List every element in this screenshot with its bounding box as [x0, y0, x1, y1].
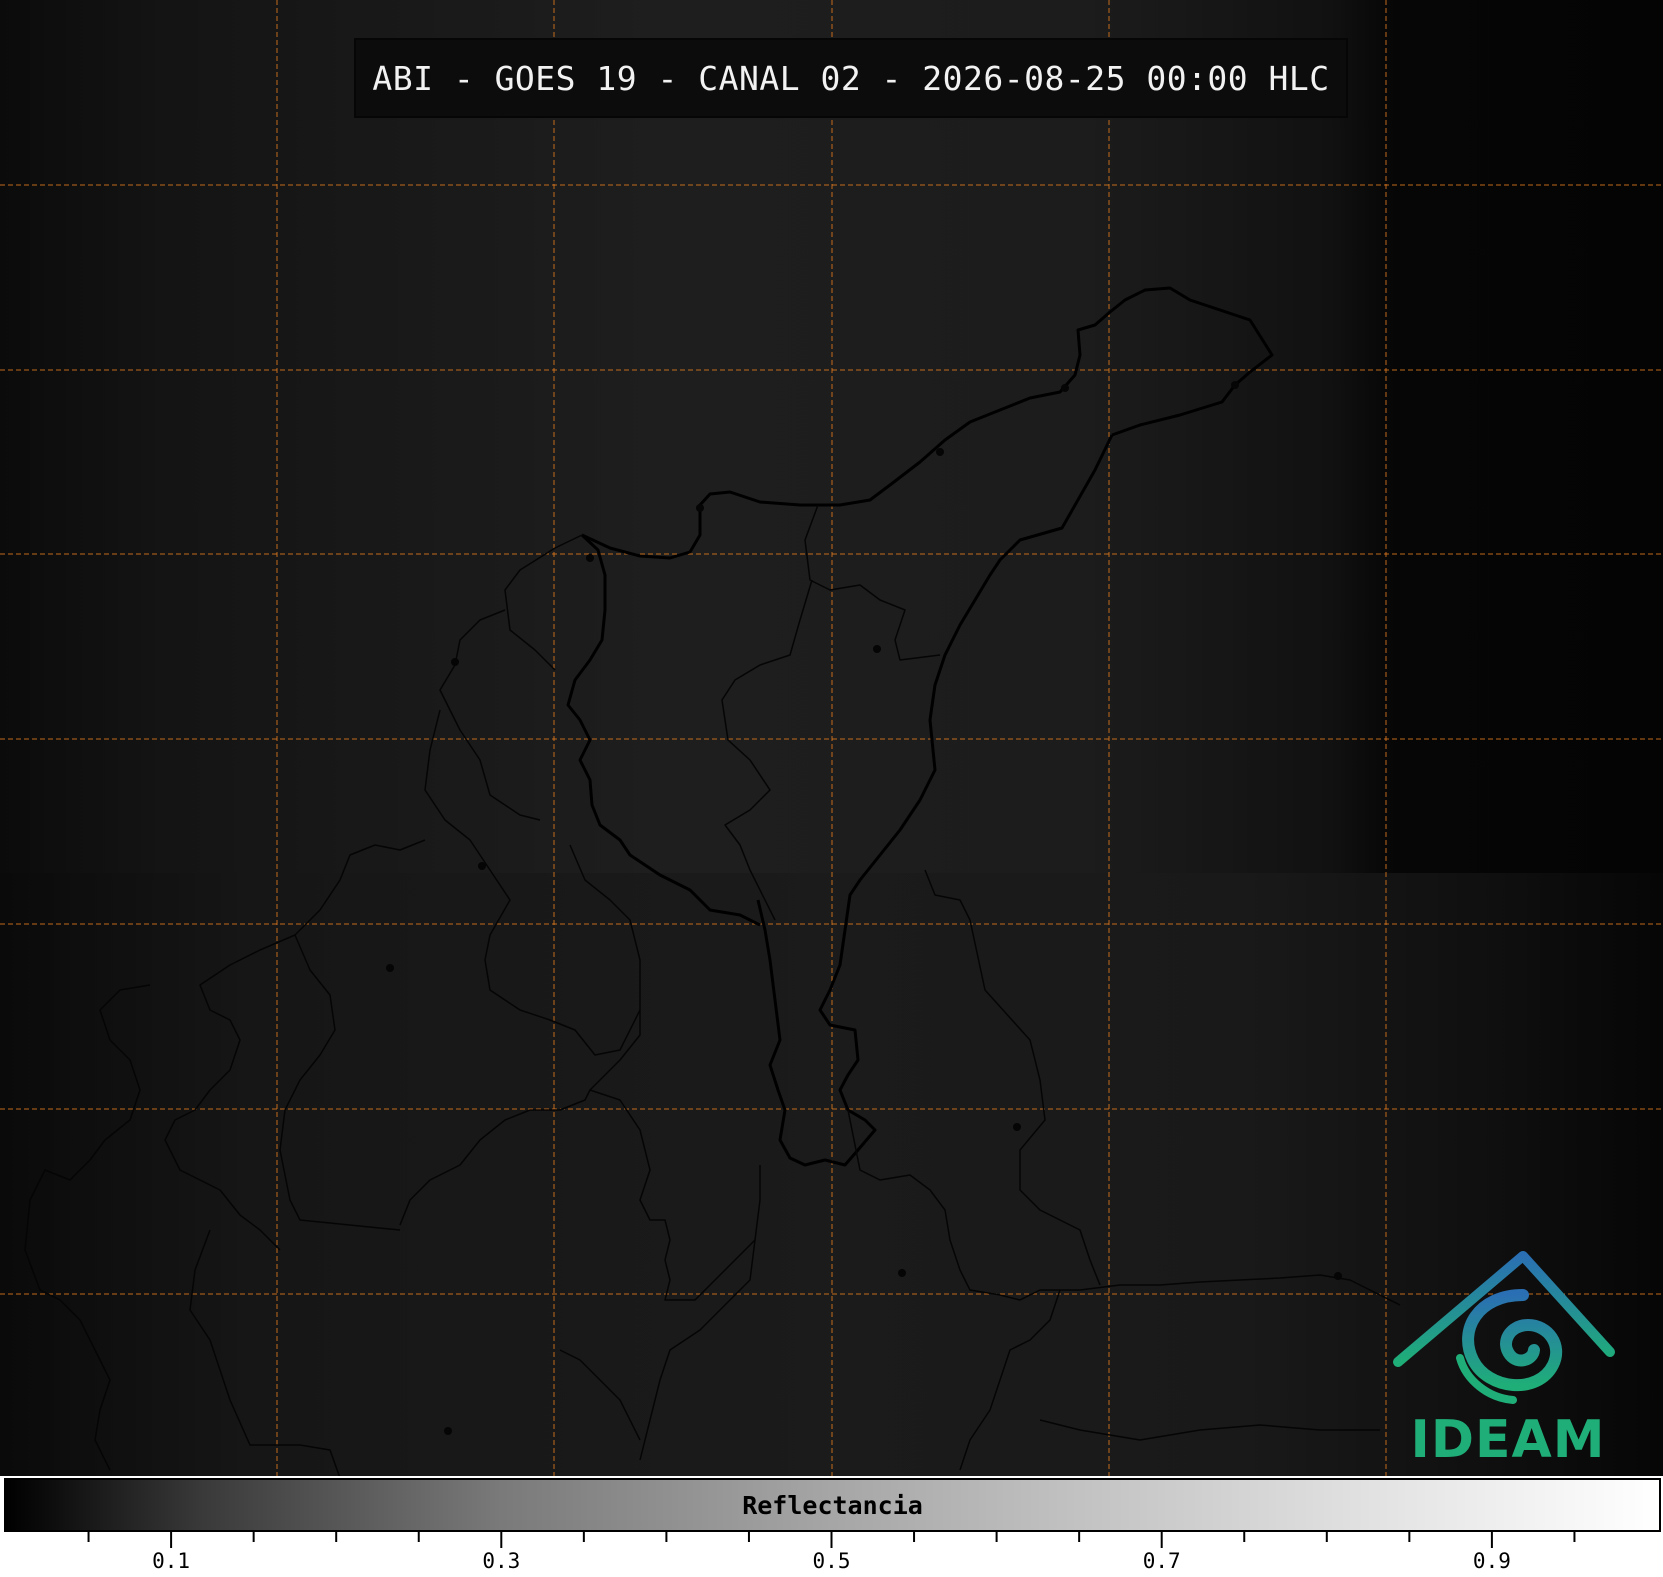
- colorbar-tick-label: 0.5: [812, 1549, 851, 1573]
- city-marker: [478, 862, 486, 870]
- city-marker: [451, 658, 459, 666]
- city-marker: [1061, 384, 1069, 392]
- city-marker: [696, 504, 704, 512]
- colorbar: Reflectancia: [4, 1478, 1661, 1532]
- city-marker: [586, 554, 594, 562]
- satellite-map: ABI - GOES 19 - CANAL 02 - 2026-08-25 00…: [0, 0, 1663, 1478]
- logo-text: IDEAM: [1410, 1410, 1606, 1470]
- city-marker: [386, 964, 394, 972]
- city-marker: [1013, 1123, 1021, 1131]
- city-marker: [1231, 381, 1239, 389]
- city-marker: [1334, 1272, 1342, 1280]
- ideam-logo-icon: [1393, 1251, 1615, 1404]
- colorbar-tick-label: 0.3: [482, 1549, 521, 1573]
- ideam-logo: IDEAM: [1388, 1250, 1628, 1478]
- colorbar-tick-label: 0.1: [152, 1549, 191, 1573]
- title-box: ABI - GOES 19 - CANAL 02 - 2026-08-25 00…: [354, 38, 1348, 118]
- colorbar-tick-label: 0.9: [1472, 1549, 1511, 1573]
- city-marker: [936, 448, 944, 456]
- city-marker: [873, 645, 881, 653]
- city-marker: [898, 1269, 906, 1277]
- colorbar-tick-label: 0.7: [1142, 1549, 1181, 1573]
- map-title: ABI - GOES 19 - CANAL 02 - 2026-08-25 00…: [372, 58, 1330, 98]
- city-marker: [444, 1427, 452, 1435]
- colorbar-label: Reflectancia: [742, 1490, 923, 1520]
